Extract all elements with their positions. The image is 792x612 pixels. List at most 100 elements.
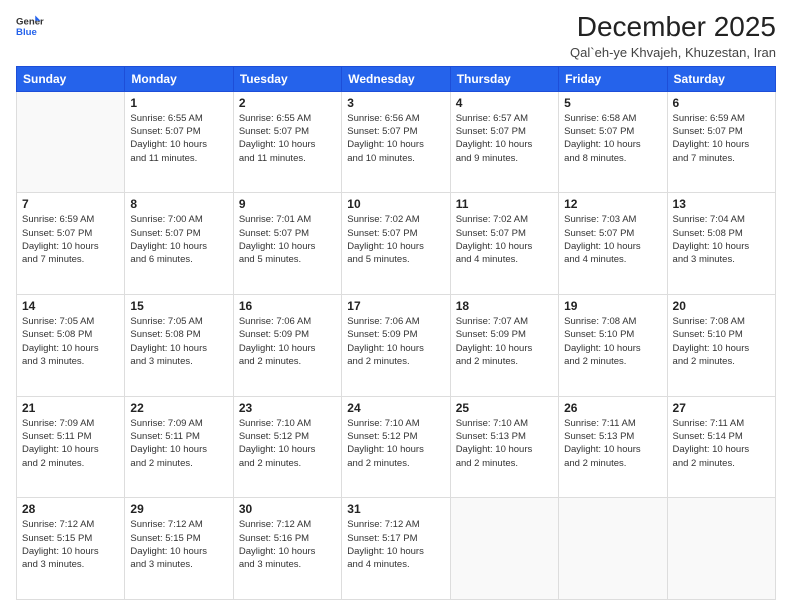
svg-text:General: General bbox=[16, 16, 44, 27]
col-header-monday: Monday bbox=[125, 66, 233, 91]
day-number: 6 bbox=[673, 96, 770, 110]
week-row-5: 28 Sunrise: 7:12 AMSunset: 5:15 PMDayligh… bbox=[17, 498, 776, 600]
col-header-sunday: Sunday bbox=[17, 66, 125, 91]
day-cell: 25 Sunrise: 7:10 AMSunset: 5:13 PMDayligh… bbox=[450, 396, 558, 498]
day-cell: 19 Sunrise: 7:08 AMSunset: 5:10 PMDayligh… bbox=[559, 295, 667, 397]
day-number: 28 bbox=[22, 502, 119, 516]
header: General Blue December 2025 Qal`eh-ye Khv… bbox=[16, 12, 776, 60]
day-cell: 26 Sunrise: 7:11 AMSunset: 5:13 PMDayligh… bbox=[559, 396, 667, 498]
day-number: 3 bbox=[347, 96, 444, 110]
day-cell: 14Sunrise: 7:05 AMSunset: 5:08 PMDayligh… bbox=[17, 295, 125, 397]
day-info: Sunrise: 7:08 AMSunset: 5:10 PMDaylight:… bbox=[673, 315, 770, 368]
day-number: 19 bbox=[564, 299, 661, 313]
day-cell: 18 Sunrise: 7:07 AMSunset: 5:09 PMDayligh… bbox=[450, 295, 558, 397]
day-cell: 11Sunrise: 7:02 AMSunset: 5:07 PMDayligh… bbox=[450, 193, 558, 295]
day-number: 7 bbox=[22, 197, 119, 211]
day-cell: 29 Sunrise: 7:12 AMSunset: 5:15 PMDayligh… bbox=[125, 498, 233, 600]
day-cell: 10Sunrise: 7:02 AMSunset: 5:07 PMDayligh… bbox=[342, 193, 450, 295]
day-info: Sunrise: 6:55 AMSunset: 5:07 PMDaylight:… bbox=[130, 112, 227, 165]
day-number: 9 bbox=[239, 197, 336, 211]
day-number: 4 bbox=[456, 96, 553, 110]
day-number: 12 bbox=[564, 197, 661, 211]
col-header-friday: Friday bbox=[559, 66, 667, 91]
logo: General Blue bbox=[16, 12, 44, 40]
day-info: Sunrise: 7:10 AMSunset: 5:12 PMDaylight:… bbox=[239, 417, 336, 470]
day-number: 26 bbox=[564, 401, 661, 415]
col-header-thursday: Thursday bbox=[450, 66, 558, 91]
day-info: Sunrise: 6:57 AMSunset: 5:07 PMDaylight:… bbox=[456, 112, 553, 165]
day-number: 8 bbox=[130, 197, 227, 211]
day-info: Sunrise: 6:59 AMSunset: 5:07 PMDaylight:… bbox=[22, 213, 119, 266]
day-info: Sunrise: 6:58 AMSunset: 5:07 PMDaylight:… bbox=[564, 112, 661, 165]
day-number: 10 bbox=[347, 197, 444, 211]
day-number: 31 bbox=[347, 502, 444, 516]
day-info: Sunrise: 7:09 AMSunset: 5:11 PMDaylight:… bbox=[130, 417, 227, 470]
day-info: Sunrise: 7:06 AMSunset: 5:09 PMDaylight:… bbox=[239, 315, 336, 368]
svg-text:Blue: Blue bbox=[16, 27, 37, 38]
day-number: 21 bbox=[22, 401, 119, 415]
day-cell: 21 Sunrise: 7:09 AMSunset: 5:11 PMDayligh… bbox=[17, 396, 125, 498]
day-cell: 30Sunrise: 7:12 AMSunset: 5:16 PMDayligh… bbox=[233, 498, 341, 600]
day-info: Sunrise: 7:03 AMSunset: 5:07 PMDaylight:… bbox=[564, 213, 661, 266]
day-cell: 24Sunrise: 7:10 AMSunset: 5:12 PMDayligh… bbox=[342, 396, 450, 498]
day-cell bbox=[559, 498, 667, 600]
day-cell: 28 Sunrise: 7:12 AMSunset: 5:15 PMDayligh… bbox=[17, 498, 125, 600]
day-cell: 7 Sunrise: 6:59 AMSunset: 5:07 PMDaylight… bbox=[17, 193, 125, 295]
day-number: 27 bbox=[673, 401, 770, 415]
day-info: Sunrise: 7:05 AMSunset: 5:08 PMDaylight:… bbox=[130, 315, 227, 368]
month-title: December 2025 bbox=[570, 12, 776, 43]
week-row-4: 21 Sunrise: 7:09 AMSunset: 5:11 PMDayligh… bbox=[17, 396, 776, 498]
day-number: 14 bbox=[22, 299, 119, 313]
day-cell: 3 Sunrise: 6:56 AMSunset: 5:07 PMDaylight… bbox=[342, 91, 450, 193]
day-cell: 13 Sunrise: 7:04 AMSunset: 5:08 PMDayligh… bbox=[667, 193, 775, 295]
day-info: Sunrise: 7:11 AMSunset: 5:14 PMDaylight:… bbox=[673, 417, 770, 470]
day-cell: 15Sunrise: 7:05 AMSunset: 5:08 PMDayligh… bbox=[125, 295, 233, 397]
day-cell: 9 Sunrise: 7:01 AMSunset: 5:07 PMDaylight… bbox=[233, 193, 341, 295]
day-info: Sunrise: 7:10 AMSunset: 5:13 PMDaylight:… bbox=[456, 417, 553, 470]
day-number: 25 bbox=[456, 401, 553, 415]
location: Qal`eh-ye Khvajeh, Khuzestan, Iran bbox=[570, 45, 776, 60]
day-info: Sunrise: 6:59 AMSunset: 5:07 PMDaylight:… bbox=[673, 112, 770, 165]
day-number: 20 bbox=[673, 299, 770, 313]
day-cell: 20 Sunrise: 7:08 AMSunset: 5:10 PMDayligh… bbox=[667, 295, 775, 397]
day-info: Sunrise: 7:12 AMSunset: 5:15 PMDaylight:… bbox=[22, 518, 119, 571]
day-number: 1 bbox=[130, 96, 227, 110]
day-info: Sunrise: 6:56 AMSunset: 5:07 PMDaylight:… bbox=[347, 112, 444, 165]
day-info: Sunrise: 7:08 AMSunset: 5:10 PMDaylight:… bbox=[564, 315, 661, 368]
day-info: Sunrise: 7:12 AMSunset: 5:16 PMDaylight:… bbox=[239, 518, 336, 571]
day-cell: 4 Sunrise: 6:57 AMSunset: 5:07 PMDaylight… bbox=[450, 91, 558, 193]
day-cell: 27 Sunrise: 7:11 AMSunset: 5:14 PMDayligh… bbox=[667, 396, 775, 498]
week-row-2: 7 Sunrise: 6:59 AMSunset: 5:07 PMDaylight… bbox=[17, 193, 776, 295]
day-cell: 2Sunrise: 6:55 AMSunset: 5:07 PMDaylight… bbox=[233, 91, 341, 193]
day-info: Sunrise: 7:09 AMSunset: 5:11 PMDaylight:… bbox=[22, 417, 119, 470]
day-cell bbox=[450, 498, 558, 600]
day-number: 29 bbox=[130, 502, 227, 516]
day-cell: 5 Sunrise: 6:58 AMSunset: 5:07 PMDaylight… bbox=[559, 91, 667, 193]
day-number: 24 bbox=[347, 401, 444, 415]
day-info: Sunrise: 7:04 AMSunset: 5:08 PMDaylight:… bbox=[673, 213, 770, 266]
day-cell: 31 Sunrise: 7:12 AMSunset: 5:17 PMDayligh… bbox=[342, 498, 450, 600]
col-header-tuesday: Tuesday bbox=[233, 66, 341, 91]
day-cell: 17 Sunrise: 7:06 AMSunset: 5:09 PMDayligh… bbox=[342, 295, 450, 397]
day-info: Sunrise: 6:55 AMSunset: 5:07 PMDaylight:… bbox=[239, 112, 336, 165]
col-header-wednesday: Wednesday bbox=[342, 66, 450, 91]
day-info: Sunrise: 7:00 AMSunset: 5:07 PMDaylight:… bbox=[130, 213, 227, 266]
day-number: 13 bbox=[673, 197, 770, 211]
day-number: 5 bbox=[564, 96, 661, 110]
day-cell: 1 Sunrise: 6:55 AMSunset: 5:07 PMDaylight… bbox=[125, 91, 233, 193]
day-info: Sunrise: 7:01 AMSunset: 5:07 PMDaylight:… bbox=[239, 213, 336, 266]
day-info: Sunrise: 7:12 AMSunset: 5:15 PMDaylight:… bbox=[130, 518, 227, 571]
day-info: Sunrise: 7:06 AMSunset: 5:09 PMDaylight:… bbox=[347, 315, 444, 368]
day-number: 18 bbox=[456, 299, 553, 313]
day-number: 17 bbox=[347, 299, 444, 313]
day-cell: 8 Sunrise: 7:00 AMSunset: 5:07 PMDaylight… bbox=[125, 193, 233, 295]
day-info: Sunrise: 7:12 AMSunset: 5:17 PMDaylight:… bbox=[347, 518, 444, 571]
day-info: Sunrise: 7:11 AMSunset: 5:13 PMDaylight:… bbox=[564, 417, 661, 470]
day-cell: 16Sunrise: 7:06 AMSunset: 5:09 PMDayligh… bbox=[233, 295, 341, 397]
col-header-saturday: Saturday bbox=[667, 66, 775, 91]
day-info: Sunrise: 7:07 AMSunset: 5:09 PMDaylight:… bbox=[456, 315, 553, 368]
day-cell: 6 Sunrise: 6:59 AMSunset: 5:07 PMDaylight… bbox=[667, 91, 775, 193]
day-cell: 12 Sunrise: 7:03 AMSunset: 5:07 PMDayligh… bbox=[559, 193, 667, 295]
day-cell: 22Sunrise: 7:09 AMSunset: 5:11 PMDayligh… bbox=[125, 396, 233, 498]
day-cell: 23Sunrise: 7:10 AMSunset: 5:12 PMDayligh… bbox=[233, 396, 341, 498]
